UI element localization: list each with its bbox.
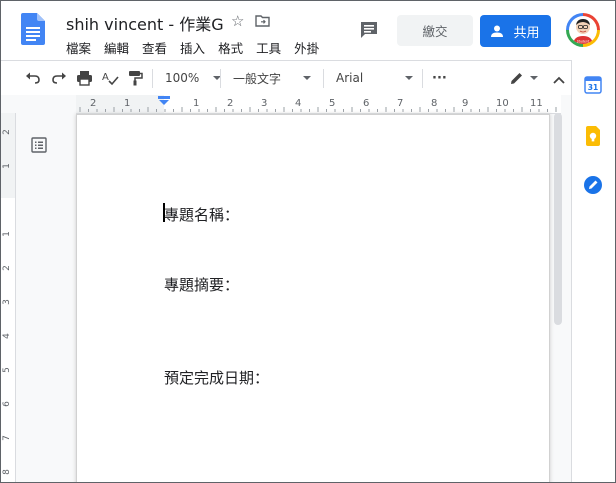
ruler-label: 1: [1, 231, 12, 237]
ruler-label: 7: [397, 98, 404, 109]
ruler-label: 4: [1, 333, 12, 339]
ruler-label: 2: [90, 98, 97, 109]
calendar-icon[interactable]: 31: [584, 76, 602, 94]
menu-format[interactable]: 格式: [218, 38, 243, 56]
menu-bar: 檔案 編輯 查看 插入 格式 工具 外掛: [66, 38, 324, 56]
collapse-menu-icon[interactable]: [553, 71, 565, 89]
redo-icon[interactable]: [51, 69, 67, 87]
move-folder-icon[interactable]: [255, 15, 270, 27]
menu-view[interactable]: 查看: [142, 38, 167, 56]
ruler-label: 7: [1, 435, 12, 441]
share-button[interactable]: 共用: [480, 15, 551, 47]
ruler-label: 2: [1, 129, 12, 135]
ruler-label: 6: [1, 401, 12, 407]
ruler-label: 8: [1, 469, 12, 475]
ruler-label: 1: [1, 163, 12, 169]
zoom-select[interactable]: 100%: [165, 69, 222, 87]
ruler-label: 1: [193, 98, 200, 109]
editing-mode-select[interactable]: [509, 69, 538, 87]
ruler-label: 10: [496, 98, 509, 109]
menu-edit[interactable]: 編輯: [104, 38, 129, 56]
doc-line-project-name[interactable]: 專題名稱：: [164, 204, 239, 225]
toolbar-divider: [422, 69, 423, 88]
avatar-caption: Student: [577, 40, 590, 44]
toolbar-divider: [152, 69, 153, 88]
editor-area: 2 1 1 2 3 4 5 6 7 8 9 10 11 2 1 1 2 3 4: [1, 95, 571, 482]
document-title[interactable]: shih vincent - 作業G: [66, 11, 224, 35]
ruler-label: 8: [431, 98, 438, 109]
zoom-value: 100%: [165, 71, 200, 85]
vertical-scrollbar[interactable]: [554, 113, 562, 325]
keep-icon[interactable]: [584, 126, 602, 146]
header-bar: shih vincent - 作業G ☆ 檔案 編輯 查看 插入 格式 工具 外…: [1, 1, 615, 59]
pencil-icon: [511, 72, 522, 84]
ruler-label: 11: [530, 98, 543, 109]
left-indent-marker-icon[interactable]: [158, 96, 170, 105]
font-select[interactable]: Arial: [336, 69, 414, 87]
menu-tools[interactable]: 工具: [256, 38, 281, 56]
toolbar-divider: [323, 69, 324, 88]
font-value: Arial: [336, 71, 364, 85]
submit-button[interactable]: 繳交: [397, 15, 473, 46]
document-outline-icon[interactable]: [31, 137, 47, 153]
spellcheck-icon[interactable]: A: [102, 69, 119, 87]
more-options-icon[interactable]: ···: [432, 69, 447, 87]
paragraph-style-value: 一般文字: [233, 71, 282, 86]
svg-text:A: A: [102, 72, 109, 83]
svg-text:31: 31: [588, 83, 598, 92]
docs-logo-icon[interactable]: [21, 13, 45, 45]
ruler-margin-top: [1, 113, 15, 198]
ruler-label: 5: [329, 98, 336, 109]
paragraph-style-select[interactable]: 一般文字: [233, 69, 312, 87]
toolbar-divider: [220, 69, 221, 88]
ruler-label: 5: [1, 367, 12, 373]
person-add-icon: [491, 25, 504, 37]
side-panel: 31: [571, 60, 615, 482]
menu-addons[interactable]: 外掛: [294, 38, 319, 56]
ruler-label: 2: [227, 98, 234, 109]
ruler-label: 3: [1, 299, 12, 305]
print-icon[interactable]: [76, 69, 93, 87]
app-window: shih vincent - 作業G ☆ 檔案 編輯 查看 插入 格式 工具 外…: [0, 0, 616, 483]
chevron-down-icon: [530, 76, 538, 80]
undo-icon[interactable]: [25, 69, 41, 87]
document-page[interactable]: 專題名稱： 專題摘要： 預定完成日期：: [77, 115, 549, 482]
toolbar: A 100% 一般文字 Arial ···: [1, 60, 571, 97]
doc-line-project-summary[interactable]: 專題摘要：: [164, 274, 239, 295]
ruler-label: 1: [124, 98, 131, 109]
chevron-down-icon: [303, 76, 312, 80]
ruler-label: 2: [1, 265, 12, 271]
star-icon[interactable]: ☆: [231, 12, 244, 30]
menu-file[interactable]: 檔案: [66, 38, 91, 56]
chevron-down-icon: [405, 76, 414, 80]
avatar[interactable]: Student: [566, 13, 600, 47]
vertical-ruler[interactable]: 2 1 1 2 3 4 5 6 7 8: [1, 113, 16, 482]
ruler-label: 4: [295, 98, 302, 109]
avatar-image: Student: [569, 16, 597, 44]
comment-icon[interactable]: [359, 20, 379, 40]
share-button-label: 共用: [513, 25, 540, 41]
ruler-ticks: [79, 107, 557, 112]
ruler-label: 3: [261, 98, 268, 109]
doc-line-due-date[interactable]: 預定完成日期：: [164, 367, 269, 388]
paint-format-icon[interactable]: [127, 69, 143, 87]
menu-insert[interactable]: 插入: [180, 38, 205, 56]
horizontal-ruler[interactable]: 2 1 1 2 3 4 5 6 7 8 9 10 11: [76, 95, 561, 114]
tasks-icon[interactable]: [583, 175, 603, 195]
ruler-label: 9: [462, 98, 469, 109]
ruler-label: 6: [363, 98, 370, 109]
